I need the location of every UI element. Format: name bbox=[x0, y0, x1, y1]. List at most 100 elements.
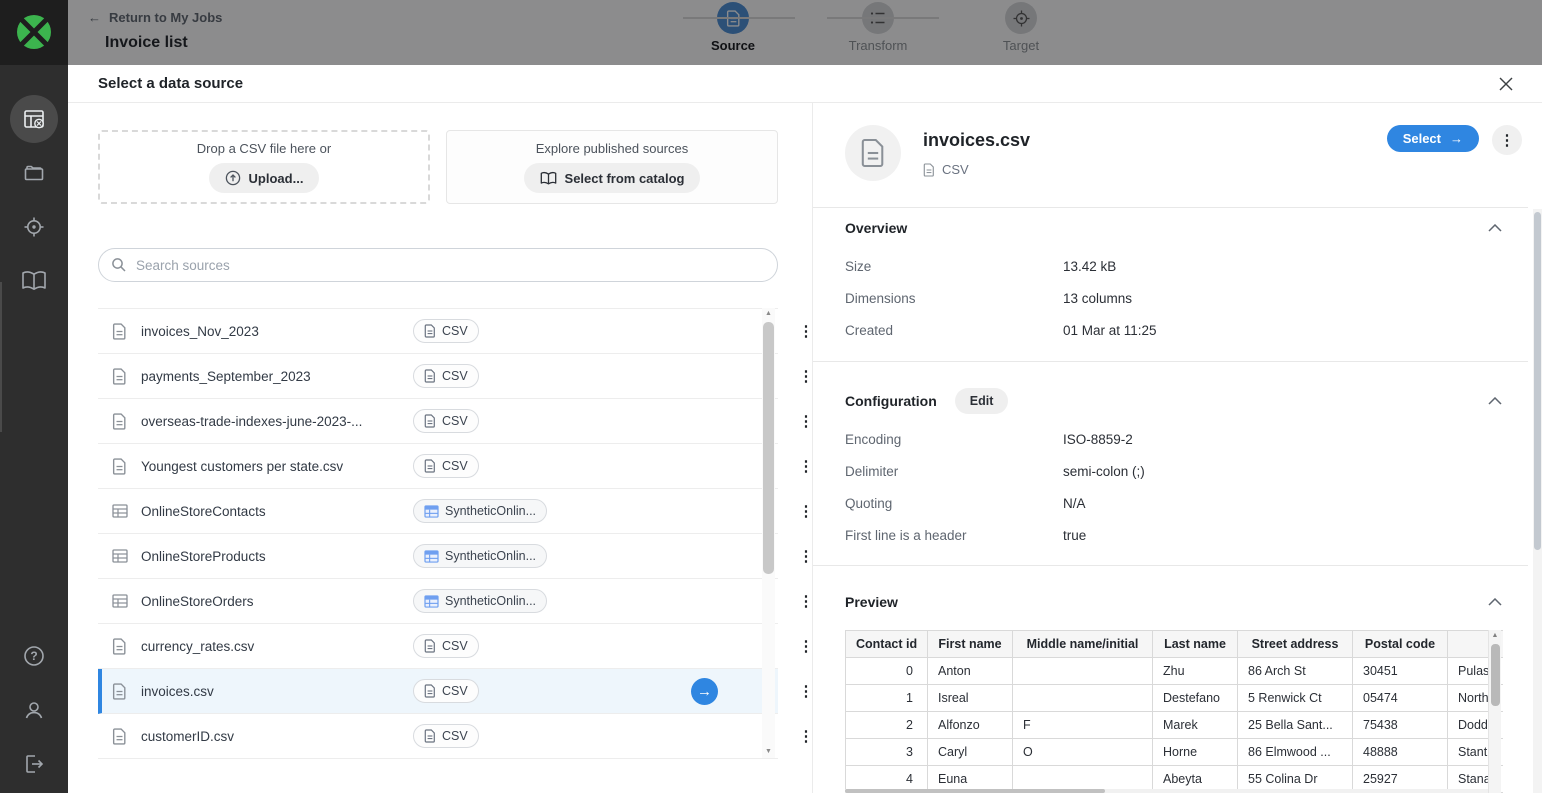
table-cell: 2 bbox=[846, 712, 928, 739]
table-cell: 5 Renwick Ct bbox=[1238, 685, 1353, 712]
dropzone-text: Drop a CSV file here or bbox=[197, 141, 331, 156]
collapse-overview-icon[interactable] bbox=[1488, 224, 1502, 232]
table-cell: 86 Elmwood ... bbox=[1238, 739, 1353, 766]
collapse-preview-icon[interactable] bbox=[1488, 598, 1502, 606]
source-type-badge: CSV bbox=[413, 409, 479, 433]
collapse-configuration-icon[interactable] bbox=[1488, 397, 1502, 405]
scrollbar-thumb[interactable] bbox=[1534, 212, 1541, 550]
preview-table-hscrollbar[interactable] bbox=[845, 789, 1488, 793]
nav-jobs[interactable] bbox=[10, 95, 58, 143]
source-type-badge: CSV bbox=[413, 364, 479, 388]
select-from-catalog-button[interactable]: Select from catalog bbox=[524, 163, 701, 193]
search-input[interactable] bbox=[136, 258, 765, 273]
source-row[interactable]: Youngest customers per state.csvCSV⋮ bbox=[98, 444, 778, 489]
arrow-right-icon: → bbox=[697, 683, 712, 700]
column-header: Last name bbox=[1153, 631, 1238, 658]
nav-catalog[interactable] bbox=[10, 257, 58, 305]
table-cell: Alfonzo bbox=[928, 712, 1013, 739]
divider bbox=[813, 361, 1528, 362]
csv-badge-icon bbox=[424, 324, 436, 338]
badge-label: CSV bbox=[442, 369, 468, 383]
source-row[interactable]: overseas-trade-indexes-june-2023-...CSV⋮ bbox=[98, 399, 778, 444]
select-button-label: Select bbox=[1403, 131, 1441, 146]
table-cell: O bbox=[1013, 739, 1153, 766]
source-name: invoices_Nov_2023 bbox=[141, 324, 413, 339]
scrollbar-thumb[interactable] bbox=[1491, 644, 1500, 706]
select-button[interactable]: Select → bbox=[1387, 125, 1479, 152]
csv-badge-icon bbox=[424, 729, 436, 743]
kv-label: Size bbox=[845, 259, 1063, 274]
table-cell: Caryl bbox=[928, 739, 1013, 766]
nav-help[interactable]: ? bbox=[10, 632, 58, 680]
table-cell bbox=[1013, 658, 1153, 685]
file-avatar bbox=[845, 125, 901, 181]
close-icon[interactable] bbox=[1496, 74, 1516, 94]
source-row[interactable]: currency_rates.csvCSV⋮ bbox=[98, 624, 778, 669]
sidebar-scrollbar[interactable] bbox=[0, 282, 2, 432]
scroll-up-icon[interactable]: ▲ bbox=[762, 308, 775, 320]
modal-title: Select a data source bbox=[98, 75, 243, 92]
source-row[interactable]: OnlineStoreContactsSyntheticOnlin...⋮ bbox=[98, 489, 778, 534]
scroll-down-icon[interactable]: ▼ bbox=[762, 746, 775, 758]
source-name: OnlineStoreContacts bbox=[141, 504, 413, 519]
detail-kebab-menu[interactable]: ⋮ bbox=[1492, 125, 1522, 155]
kv-row: Delimitersemi-colon (;) bbox=[845, 455, 1502, 487]
source-name: overseas-trade-indexes-june-2023-... bbox=[141, 414, 413, 429]
csv-file-icon bbox=[112, 413, 127, 430]
nav-account[interactable] bbox=[10, 686, 58, 734]
scrollbar-thumb[interactable] bbox=[845, 789, 1105, 793]
catalog-text: Explore published sources bbox=[536, 141, 688, 156]
source-row[interactable]: payments_September_2023CSV⋮ bbox=[98, 354, 778, 399]
badge-label: CSV bbox=[442, 729, 468, 743]
column-header: Contact id bbox=[846, 631, 928, 658]
csv-badge-icon bbox=[424, 684, 436, 698]
catalog-book-icon bbox=[540, 171, 557, 186]
nav-logout[interactable] bbox=[10, 740, 58, 788]
csv-dropzone[interactable]: Drop a CSV file here or Upload... bbox=[98, 130, 430, 204]
search-icon bbox=[111, 257, 127, 273]
preview-table-scrollbar[interactable]: ▲ bbox=[1488, 630, 1501, 793]
help-icon: ? bbox=[22, 644, 46, 668]
app-logo-clover-icon[interactable] bbox=[10, 8, 58, 56]
table-cell: Zhu bbox=[1153, 658, 1238, 685]
open-source-arrow-button[interactable]: → bbox=[691, 678, 718, 705]
detail-pane-scrollbar[interactable] bbox=[1533, 209, 1542, 793]
source-row[interactable]: customerID.csvCSV⋮ bbox=[98, 714, 778, 759]
column-header: Postal code bbox=[1353, 631, 1448, 658]
source-list-scrollbar[interactable]: ▲ ▼ bbox=[762, 308, 775, 758]
source-row[interactable]: OnlineStoreProductsSyntheticOnlin...⋮ bbox=[98, 534, 778, 579]
scroll-up-icon[interactable]: ▲ bbox=[1489, 632, 1501, 639]
table-cell bbox=[1013, 685, 1153, 712]
nav-targets[interactable] bbox=[10, 203, 58, 251]
source-row[interactable]: invoices.csvCSV→⋮ bbox=[98, 669, 778, 714]
table-header-row: Contact idFirst nameMiddle name/initialL… bbox=[846, 631, 1504, 658]
source-name: invoices.csv bbox=[141, 684, 413, 699]
person-icon bbox=[22, 698, 46, 722]
nav-projects[interactable] bbox=[10, 149, 58, 197]
logout-icon bbox=[22, 752, 46, 776]
badge-label: CSV bbox=[442, 414, 468, 428]
scrollbar-thumb[interactable] bbox=[763, 322, 774, 574]
overview-section-header: Overview bbox=[845, 220, 1502, 236]
configuration-rows: EncodingISO-8859-2Delimitersemi-colon (;… bbox=[845, 423, 1502, 551]
source-type-badge: CSV bbox=[413, 724, 479, 748]
table-cell: Anton bbox=[928, 658, 1013, 685]
kv-value: true bbox=[1063, 528, 1086, 543]
synthetic-table-icon bbox=[424, 595, 439, 608]
upload-button[interactable]: Upload... bbox=[209, 163, 320, 193]
catalog-box: Explore published sources Select from ca… bbox=[446, 130, 778, 204]
source-row[interactable]: invoices_Nov_2023CSV⋮ bbox=[98, 309, 778, 354]
source-type-badge: SyntheticOnlin... bbox=[413, 544, 547, 568]
table-icon bbox=[112, 549, 128, 563]
csv-file-icon bbox=[112, 638, 127, 655]
catalog-button-label: Select from catalog bbox=[565, 171, 685, 186]
table-row: 3CarylOHorne86 Elmwood ...48888Stant bbox=[846, 739, 1504, 766]
divider bbox=[813, 207, 1528, 208]
modal-backdrop bbox=[68, 0, 1542, 65]
preview-table-wrap: Contact idFirst nameMiddle name/initialL… bbox=[845, 630, 1503, 793]
table-icon bbox=[112, 594, 128, 608]
kv-row: First line is a headertrue bbox=[845, 519, 1502, 551]
table-cell: Destefano bbox=[1153, 685, 1238, 712]
source-row[interactable]: OnlineStoreOrdersSyntheticOnlin...⋮ bbox=[98, 579, 778, 624]
edit-configuration-button[interactable]: Edit bbox=[955, 388, 1009, 414]
